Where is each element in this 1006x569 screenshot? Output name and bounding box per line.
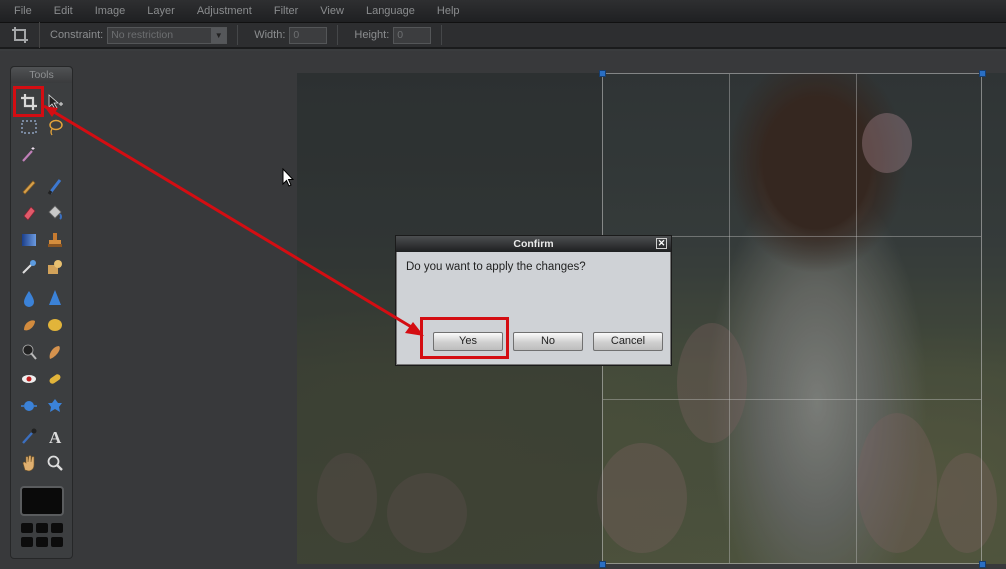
crop-grid-line (603, 399, 981, 400)
crop-icon (0, 22, 40, 48)
paint-bucket-icon[interactable] (44, 202, 66, 224)
tools-title: Tools (11, 67, 72, 83)
separator (237, 25, 239, 45)
menu-help[interactable]: Help (426, 0, 471, 23)
menu-file[interactable]: File (0, 0, 43, 23)
constraint-select[interactable]: No restriction ▼ (107, 26, 228, 44)
palette-slot[interactable] (21, 523, 33, 533)
eraser-icon[interactable] (18, 202, 40, 224)
palette-slot[interactable] (36, 523, 48, 533)
color-swatch[interactable] (20, 486, 64, 516)
mouse-cursor-icon (282, 168, 294, 187)
smudge-icon[interactable] (18, 314, 40, 336)
brush-icon[interactable] (44, 175, 66, 197)
lasso-icon[interactable] (44, 116, 66, 138)
menu-filter[interactable]: Filter (263, 0, 309, 23)
bloat-icon[interactable] (18, 395, 40, 417)
chevron-down-icon: ▼ (211, 27, 227, 43)
crop-handle-top-right[interactable] (979, 70, 986, 77)
pinch-icon[interactable] (44, 395, 66, 417)
sponge-icon[interactable] (44, 314, 66, 336)
blur-icon[interactable] (18, 287, 40, 309)
crop-grid-line (856, 74, 857, 563)
crop-handle-bottom-right[interactable] (979, 561, 986, 568)
gradient-icon[interactable] (18, 229, 40, 251)
crop-handle-bottom-left[interactable] (599, 561, 606, 568)
marquee-icon[interactable] (18, 116, 40, 138)
clone-stamp-icon[interactable] (44, 229, 66, 251)
height-label: Height: (354, 29, 390, 41)
hand-icon[interactable] (18, 452, 40, 474)
width-label: Width: (254, 29, 286, 41)
annotation-highlight-yes (420, 317, 509, 359)
menu-image[interactable]: Image (84, 0, 137, 23)
crop-handle-top-left[interactable] (599, 70, 606, 77)
magic-wand-icon[interactable] (18, 143, 40, 165)
dialog-titlebar: Confirm ✕ (396, 236, 671, 252)
red-eye-icon[interactable] (18, 368, 40, 390)
pencil-icon[interactable] (18, 175, 40, 197)
constraint-value: No restriction (111, 28, 174, 41)
palette-slot[interactable] (51, 537, 63, 547)
height-input[interactable]: 0 (393, 26, 432, 44)
width-input[interactable]: 0 (289, 26, 328, 44)
crop-grid-line (729, 74, 730, 563)
menu-layer[interactable]: Layer (136, 0, 186, 23)
spot-heal-icon[interactable] (44, 368, 66, 390)
separator (337, 25, 339, 45)
dialog-message: Do you want to apply the changes? (406, 261, 586, 273)
menu-adjustment[interactable]: Adjustment (186, 0, 263, 23)
menu-bar: File Edit Image Layer Adjustment Filter … (0, 0, 1006, 23)
constraint-label: Constraint: (50, 29, 104, 41)
cancel-button[interactable]: Cancel (593, 332, 663, 351)
tool-options-bar: Constraint: No restriction ▼ Width: 0 He… (0, 22, 1006, 49)
palette-slot[interactable] (51, 523, 63, 533)
tools-panel: Tools A (10, 66, 73, 559)
annotation-highlight-crop (13, 86, 44, 117)
svg-text:A: A (49, 428, 62, 445)
sharpen-icon[interactable] (44, 287, 66, 309)
separator (441, 25, 443, 45)
drawing-icon[interactable] (44, 256, 66, 278)
palette-slot[interactable] (36, 537, 48, 547)
pixlr-editor: File Edit Image Layer Adjustment Filter … (0, 0, 1006, 569)
color-picker-icon[interactable] (18, 425, 40, 447)
type-icon[interactable]: A (44, 425, 66, 447)
dodge-icon[interactable] (18, 341, 40, 363)
burn-icon[interactable] (44, 341, 66, 363)
no-button[interactable]: No (513, 332, 583, 351)
zoom-icon[interactable] (44, 452, 66, 474)
menu-edit[interactable]: Edit (43, 0, 84, 23)
palette-slot[interactable] (21, 537, 33, 547)
dialog-title: Confirm (513, 238, 554, 250)
close-icon[interactable]: ✕ (656, 238, 667, 249)
menu-view[interactable]: View (309, 0, 355, 23)
move-icon[interactable] (44, 91, 66, 113)
color-replace-icon[interactable] (18, 256, 40, 278)
menu-language[interactable]: Language (355, 0, 426, 23)
